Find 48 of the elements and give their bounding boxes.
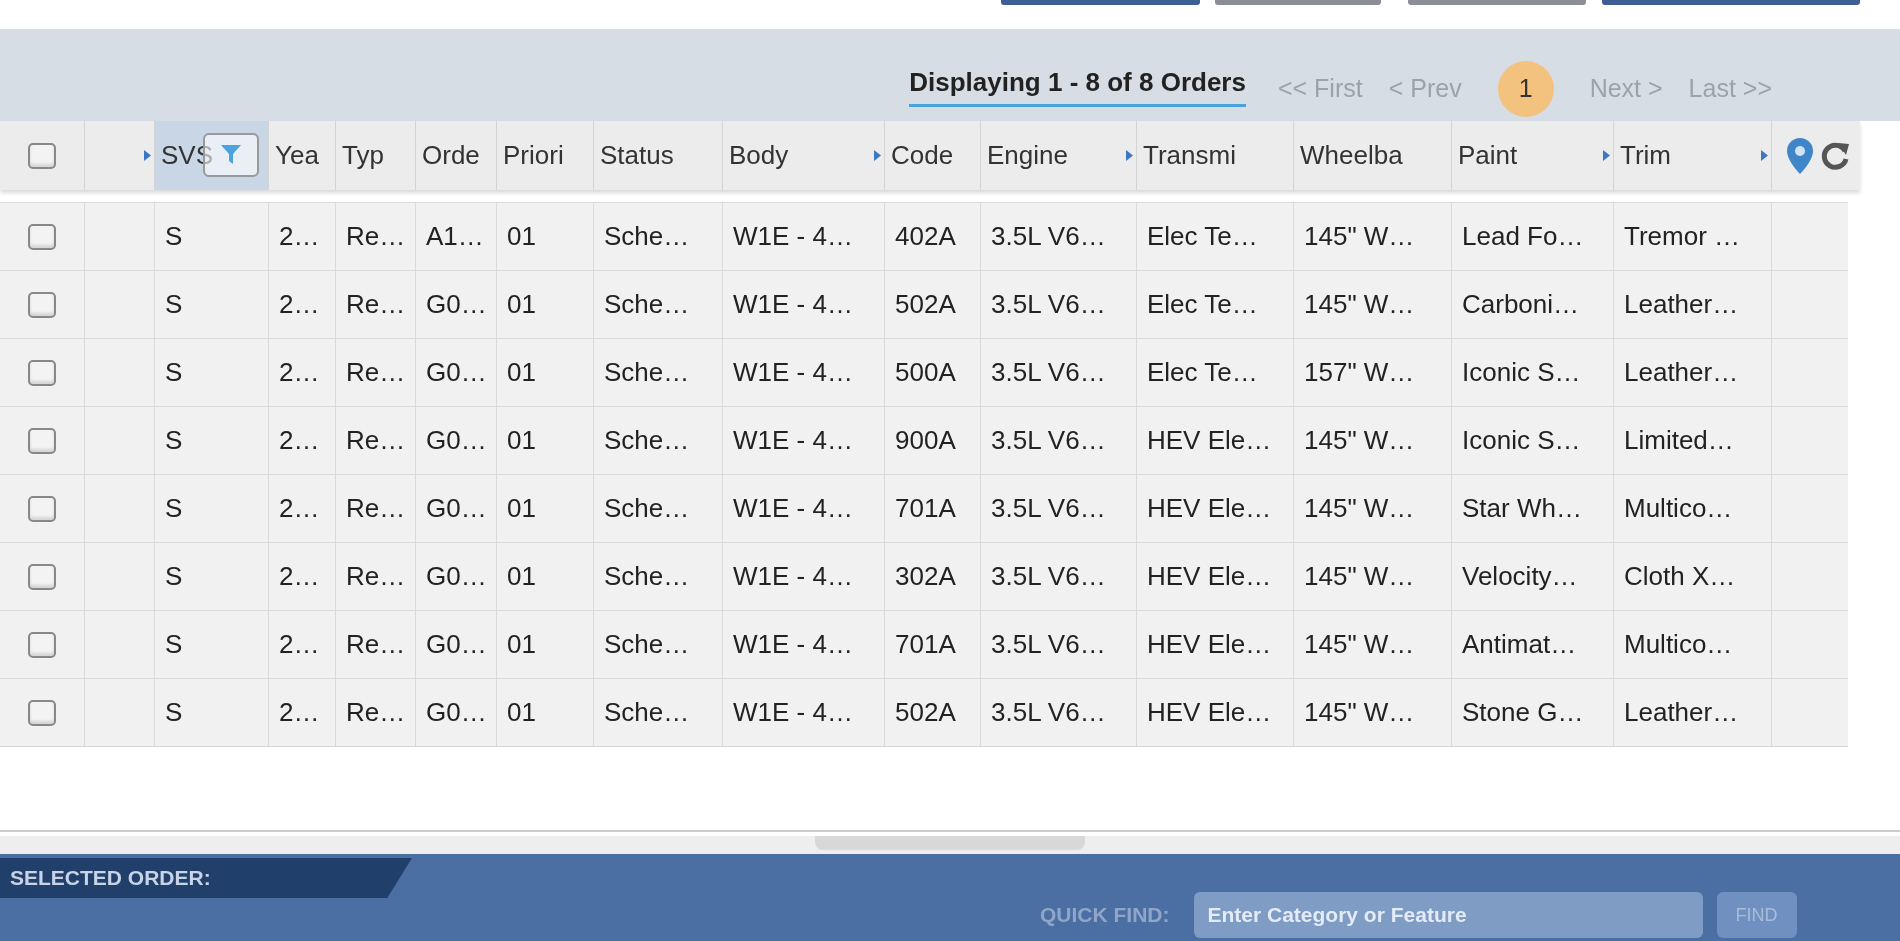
table-cell: 502A [885,679,981,746]
table-cell: W1E - 4… [723,679,885,746]
table-cell: Re… [336,679,416,746]
table-cell: 2… [269,679,336,746]
table-cell: Sche… [594,679,723,746]
checkbox[interactable] [28,223,56,250]
filter-icon [220,143,242,167]
record-count: Displaying 1 - 8 of 8 Orders [909,63,1246,107]
column-header[interactable]: Transmi [1137,121,1294,190]
sort-arrow-icon[interactable] [874,150,881,161]
table-cell: Leather… [1614,679,1772,746]
table-cell: G0… [416,679,497,746]
selected-order-label: SELECTED ORDER: [10,865,211,892]
sort-arrow-icon[interactable] [1603,150,1610,161]
table-cell: 145" W… [1294,679,1452,746]
column-header[interactable]: Paint [1452,121,1614,190]
column-header[interactable]: Wheelba [1294,121,1452,190]
quick-find-label: QUICK FIND: [1040,902,1170,929]
column-header[interactable]: Status [594,121,723,190]
column-header[interactable]: Typ [336,121,416,190]
table-cell: 3.5L V6… [981,679,1137,746]
checkbox[interactable] [28,495,56,522]
checkbox[interactable] [28,142,56,169]
search-field[interactable]: Enter Category or Feature [1193,892,1703,938]
checkbox[interactable] [28,563,56,590]
column-header[interactable]: Priori [497,121,594,190]
checkbox[interactable] [28,359,56,386]
checkbox[interactable] [28,291,56,318]
splitter-handle[interactable] [815,836,1085,850]
column-header[interactable]: Engine [981,121,1137,190]
table-cell: S [155,679,269,746]
sort-arrow-icon[interactable] [1126,150,1133,161]
column-header[interactable]: Code [885,121,981,190]
location-pin-icon[interactable] [1784,135,1816,176]
sort-arrow-icon[interactable] [1761,150,1768,161]
table-cell: 01 [497,679,594,746]
page-button[interactable]: 1 [1497,61,1554,117]
column-header[interactable]: Body [723,121,885,190]
column-header[interactable]: Yea [269,121,336,190]
column-header[interactable]: SVS [155,121,269,190]
table-cell: HEV Ele… [1137,679,1294,746]
checkbox[interactable] [28,631,56,658]
column-header[interactable]: Orde [416,121,497,190]
table-cell: Stone G… [1452,679,1614,746]
column-header[interactable]: Trim [1614,121,1772,190]
checkbox[interactable] [28,427,56,454]
checkbox[interactable] [28,699,56,726]
sort-arrow-icon[interactable] [144,150,151,161]
